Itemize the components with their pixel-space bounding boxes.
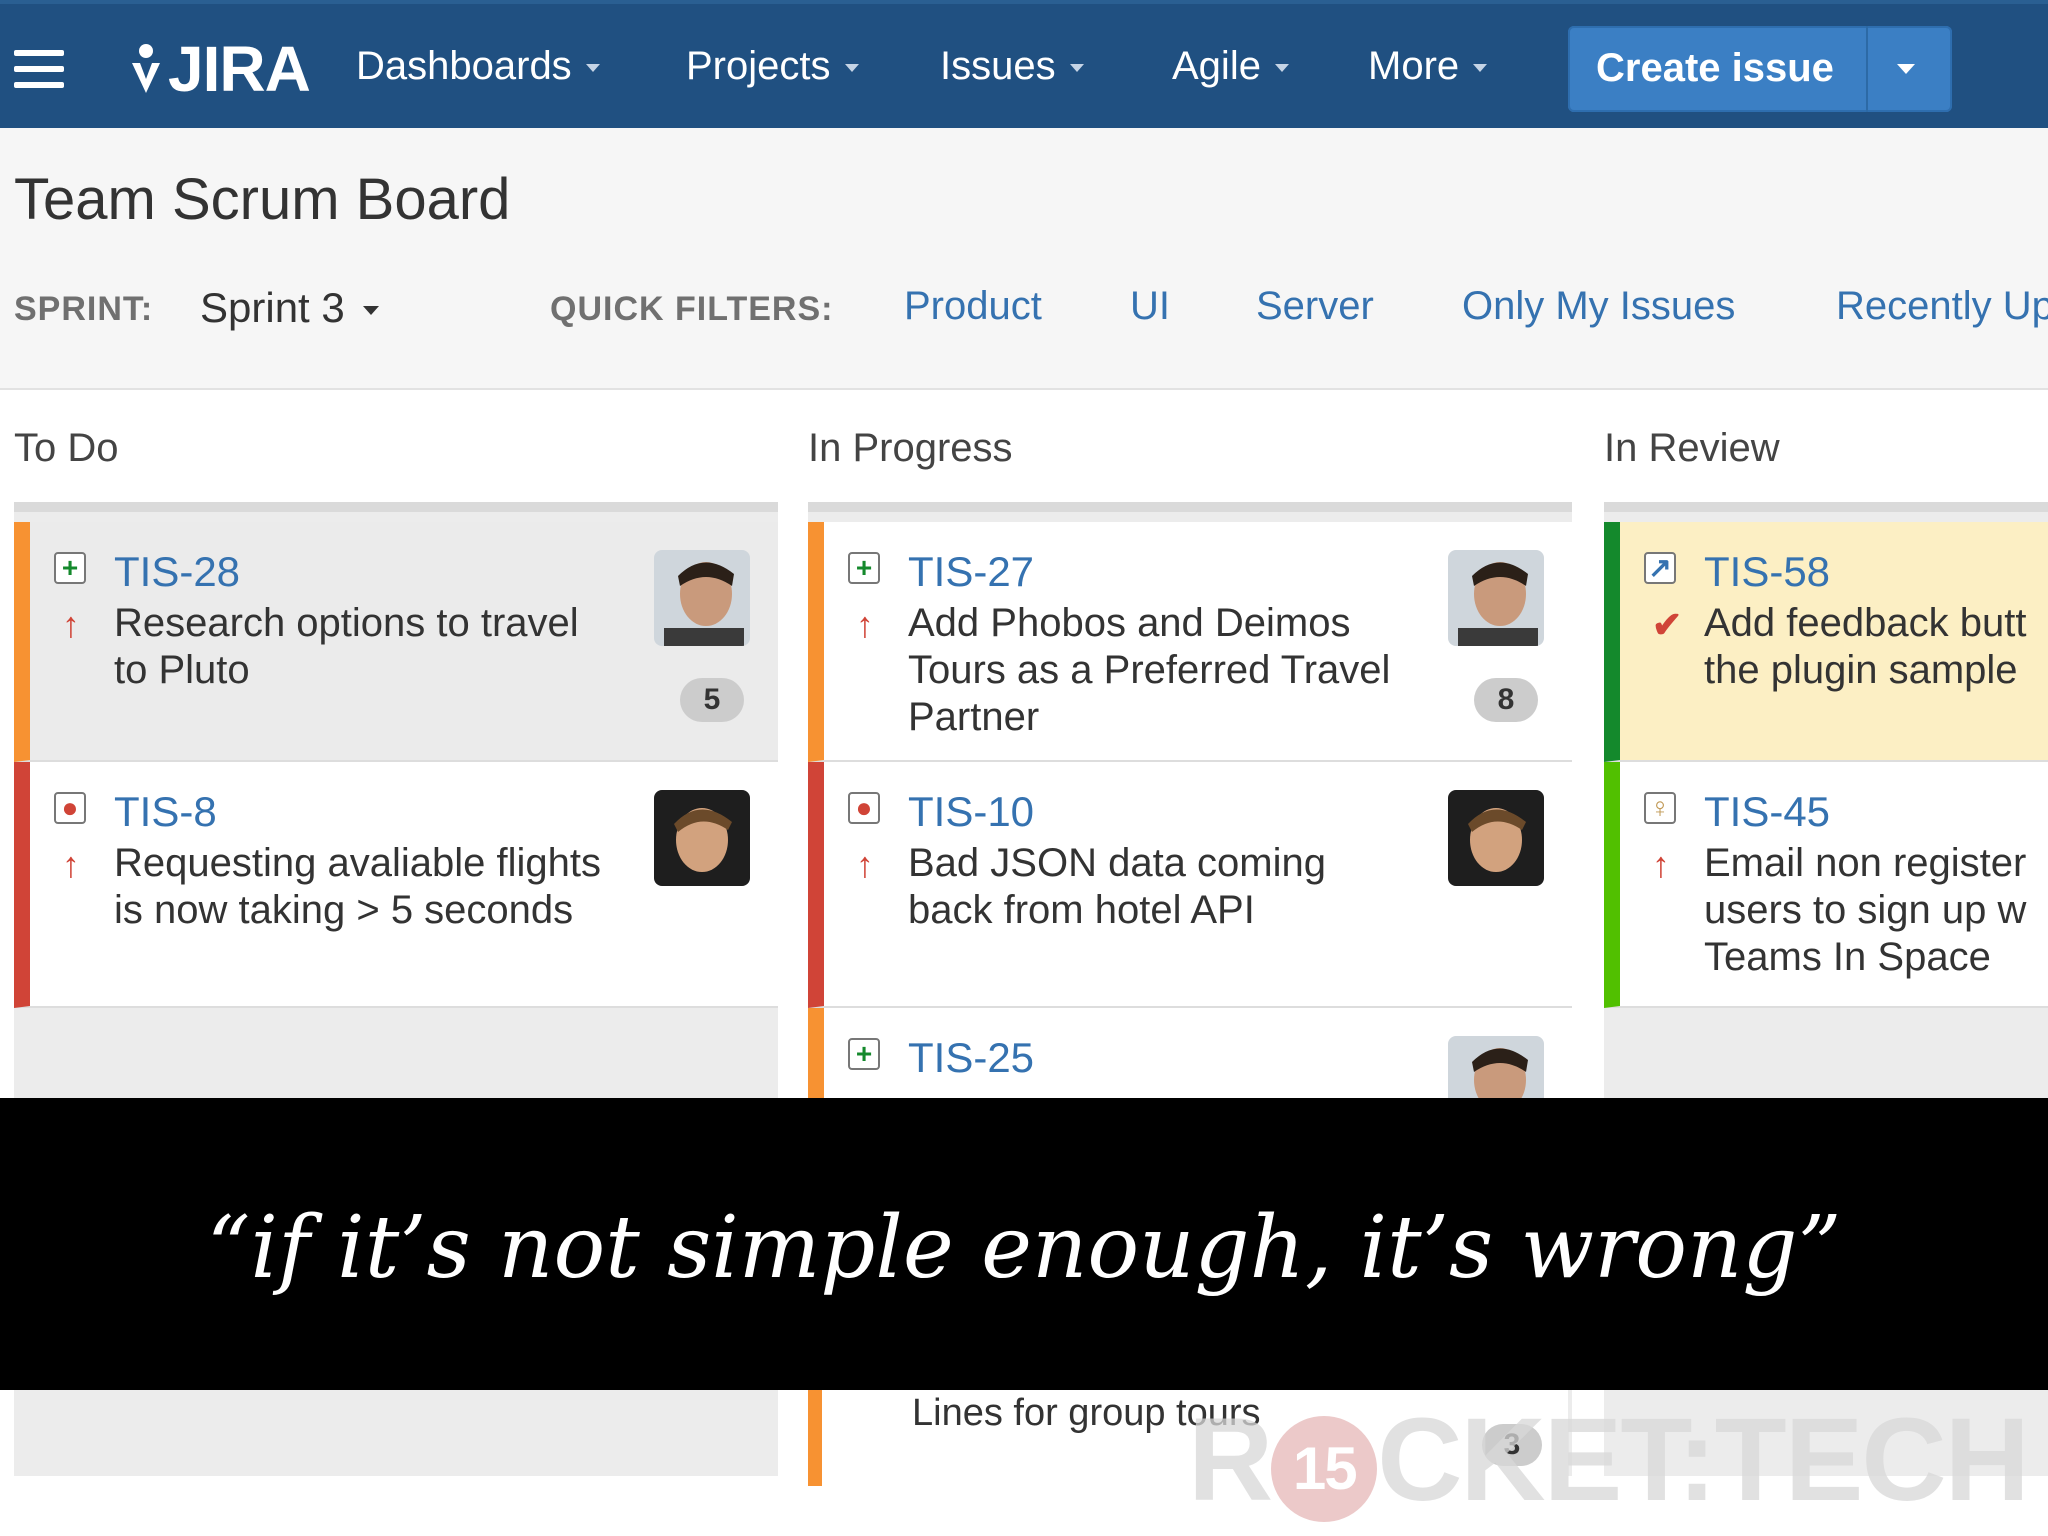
quick-filter-only-my-issues[interactable]: Only My Issues: [1462, 284, 1735, 329]
logo-text: JIRA: [168, 33, 311, 105]
bug-icon: ●: [848, 792, 880, 824]
issue-card[interactable]: ● TIS-8 ↑ Requesting avaliable flights i…: [14, 762, 778, 1008]
issue-key[interactable]: TIS-10: [908, 788, 1034, 836]
quick-filter-recently-updated[interactable]: Recently Up: [1836, 284, 2048, 329]
story-icon: +: [848, 1038, 880, 1070]
issue-key[interactable]: TIS-25: [908, 1034, 1034, 1082]
quick-filter-product[interactable]: Product: [904, 284, 1042, 329]
top-navigation-bar: JIRA Dashboards Projects Issues Agile Mo…: [0, 0, 2048, 128]
jira-logo[interactable]: JIRA: [126, 32, 311, 106]
create-issue-button[interactable]: Create issue: [1568, 26, 1952, 112]
quote-overlay: “if it’s not simple enough, it’s wrong”: [0, 1098, 2048, 1390]
watermark-text-left: R: [1188, 1394, 1273, 1526]
chevron-down-icon[interactable]: [1897, 64, 1915, 74]
board-header: Team Scrum Board SPRINT: Sprint 3 QUICK …: [0, 128, 2048, 390]
watermark-disc: 15: [1271, 1415, 1378, 1522]
nav-label: Issues: [940, 44, 1056, 88]
avatar[interactable]: [1448, 790, 1544, 886]
avatar[interactable]: [654, 790, 750, 886]
avatar[interactable]: [654, 550, 750, 646]
blocker-priority-icon: ✔: [1652, 604, 1683, 645]
high-priority-icon: ↑: [1652, 844, 1670, 885]
story-icon: +: [54, 552, 86, 584]
issue-card[interactable]: + TIS-28 ↑ Research options to travel to…: [14, 522, 778, 762]
story-points-badge: 8: [1474, 678, 1538, 722]
create-issue-label: Create issue: [1596, 46, 1834, 90]
nav-issues[interactable]: Issues: [940, 44, 1084, 89]
nav-label: Dashboards: [356, 44, 572, 88]
high-priority-icon: ↑: [62, 844, 80, 885]
chevron-down-icon: [1274, 64, 1289, 73]
nav-label: Projects: [686, 44, 831, 88]
nav-agile[interactable]: Agile: [1172, 44, 1289, 89]
issue-key[interactable]: TIS-45: [1704, 788, 1830, 836]
issue-summary: Add Phobos and Deimos Tours as a Preferr…: [908, 601, 1391, 739]
task-icon: ↗: [1644, 552, 1676, 584]
watermark-text-right: CKET:TECH: [1377, 1394, 2030, 1526]
column-header-in-review: In Review: [1604, 426, 1780, 470]
issue-summary: Add feedback butt the plugin sample: [1704, 601, 2027, 692]
issue-summary: Email non register users to sign up w Te…: [1704, 841, 2027, 979]
menu-icon[interactable]: [14, 50, 64, 90]
nav-projects[interactable]: Projects: [686, 44, 859, 89]
issue-summary: Research options to travel to Pluto: [114, 601, 579, 692]
column-header-to-do: To Do: [14, 426, 119, 470]
sprint-value: Sprint 3: [200, 284, 345, 331]
chevron-down-icon: [585, 64, 600, 73]
quick-filter-server[interactable]: Server: [1256, 284, 1374, 329]
chevron-down-icon: [362, 306, 379, 316]
nav-label: Agile: [1172, 44, 1261, 88]
quick-filters-label: QUICK FILTERS:: [550, 290, 834, 328]
issue-summary: Requesting avaliable flights is now taki…: [114, 841, 601, 932]
high-priority-icon: ↑: [856, 844, 874, 885]
sprint-label: SPRINT:: [14, 290, 154, 328]
page-title: Team Scrum Board: [14, 167, 511, 232]
issue-key[interactable]: TIS-8: [114, 788, 217, 836]
chevron-down-icon: [1473, 64, 1488, 73]
chevron-down-icon: [844, 64, 859, 73]
sprint-selector[interactable]: Sprint 3: [200, 284, 379, 332]
issue-key[interactable]: TIS-58: [1704, 548, 1830, 596]
issue-card[interactable]: ● TIS-10 ↑ Bad JSON data coming back fro…: [808, 762, 1572, 1008]
quick-filter-ui[interactable]: UI: [1130, 284, 1170, 329]
button-divider: [1866, 26, 1868, 112]
chevron-down-icon: [1069, 64, 1084, 73]
issue-card[interactable]: ↗ TIS-58 ✔ Add feedback butt the plugin …: [1604, 522, 2048, 762]
idea-icon: ♀: [1644, 792, 1676, 824]
issue-card[interactable]: + TIS-27 ↑ Add Phobos and Deimos Tours a…: [808, 522, 1572, 762]
column-header-in-progress: In Progress: [808, 426, 1013, 470]
avatar[interactable]: [1448, 550, 1544, 646]
bug-icon: ●: [54, 792, 86, 824]
issue-card[interactable]: ♀ TIS-45 ↑ Email non register users to s…: [1604, 762, 2048, 1008]
nav-dashboards[interactable]: Dashboards: [356, 44, 600, 89]
issue-key[interactable]: TIS-28: [114, 548, 240, 596]
issue-key[interactable]: TIS-27: [908, 548, 1034, 596]
issue-summary: Bad JSON data coming back from hotel API: [908, 841, 1326, 932]
nav-label: More: [1368, 44, 1460, 88]
story-points-badge: 5: [680, 678, 744, 722]
story-icon: +: [848, 552, 880, 584]
rocket-tech-watermark: R 15 CKET:TECH: [1188, 1392, 2030, 1528]
jira-logo-icon: [132, 44, 160, 93]
high-priority-icon: ↑: [856, 604, 874, 645]
nav-more[interactable]: More: [1368, 44, 1488, 89]
high-priority-icon: ↑: [62, 604, 80, 645]
quote-text: “if it’s not simple enough, it’s wrong”: [206, 1198, 1842, 1298]
